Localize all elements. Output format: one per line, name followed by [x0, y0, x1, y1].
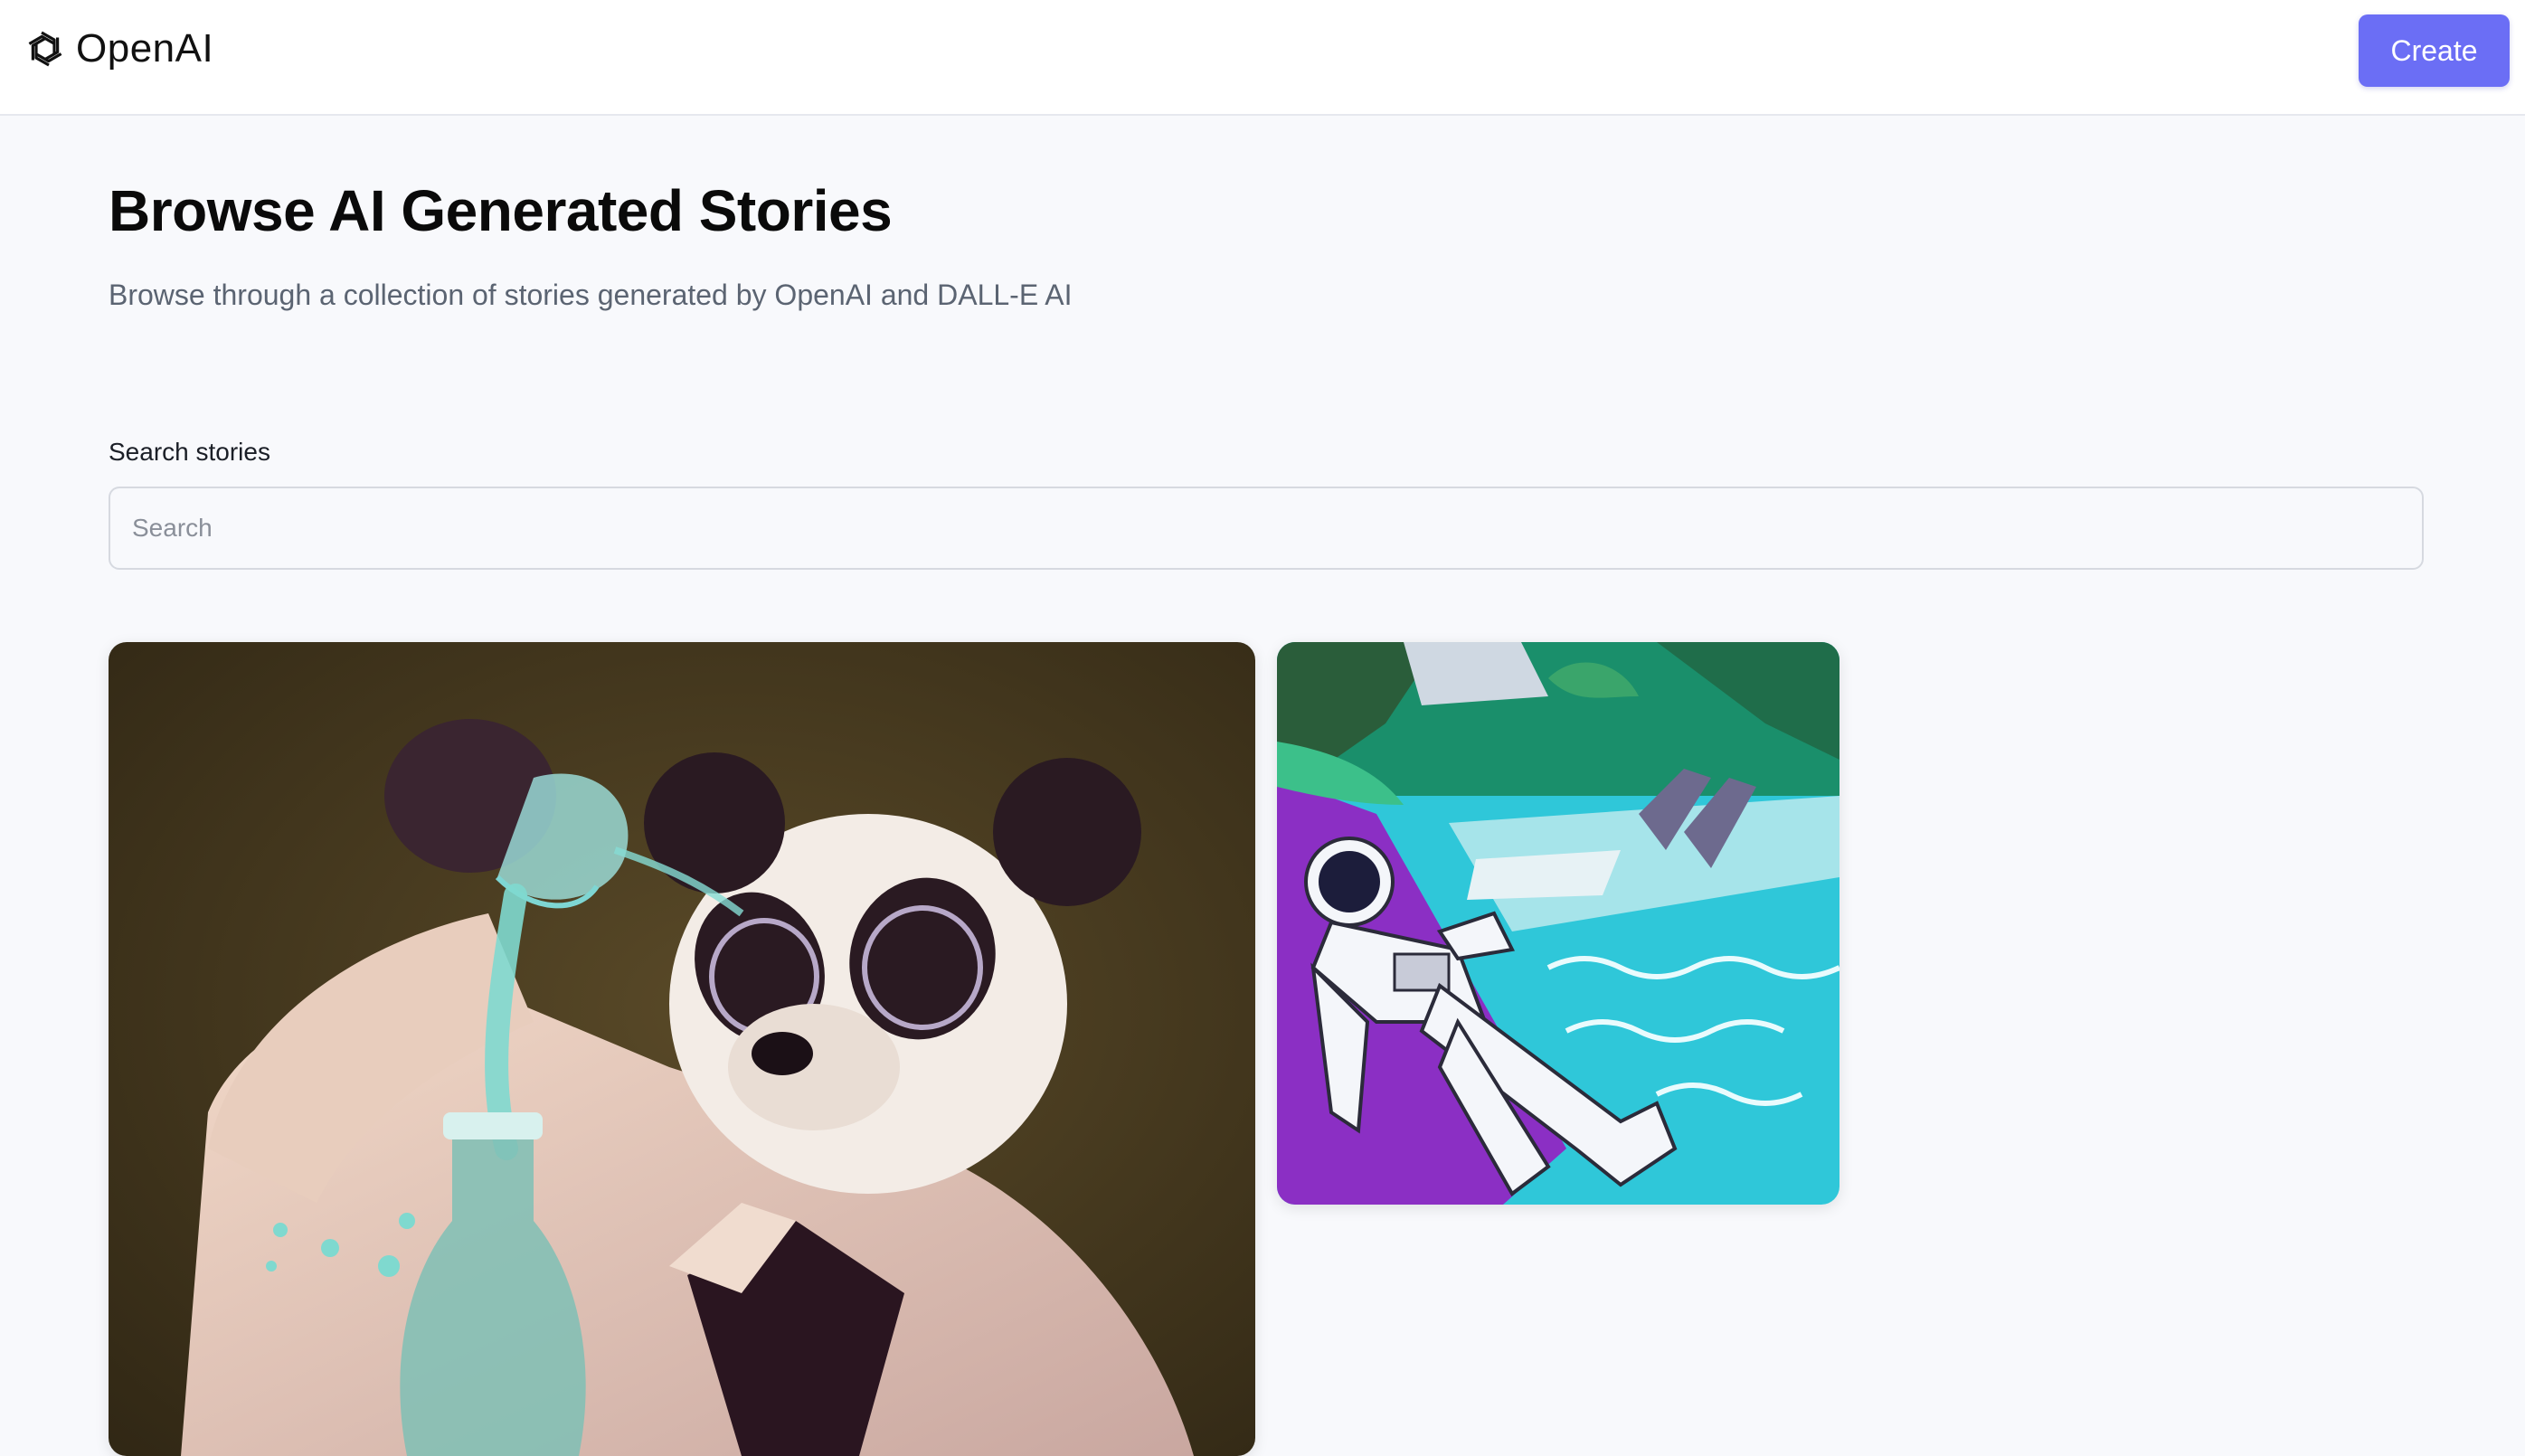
search-input[interactable] — [109, 487, 2424, 570]
openai-logo-icon — [20, 24, 71, 74]
story-card-panda-scientist[interactable] — [109, 642, 1255, 1456]
story-card-astronaut-pool[interactable] — [1277, 642, 1839, 1205]
story-image — [1277, 642, 1839, 1205]
brand-logo[interactable]: OpenAI — [20, 24, 213, 74]
brand-name: OpenAI — [76, 26, 214, 71]
search-label: Search stories — [109, 438, 270, 466]
page-subtitle: Browse through a collection of stories g… — [109, 279, 1073, 311]
create-button[interactable]: Create — [2359, 14, 2510, 87]
top-navbar: OpenAI Create — [0, 0, 2525, 116]
story-image — [109, 642, 1255, 1456]
page-title: Browse AI Generated Stories — [109, 178, 893, 243]
